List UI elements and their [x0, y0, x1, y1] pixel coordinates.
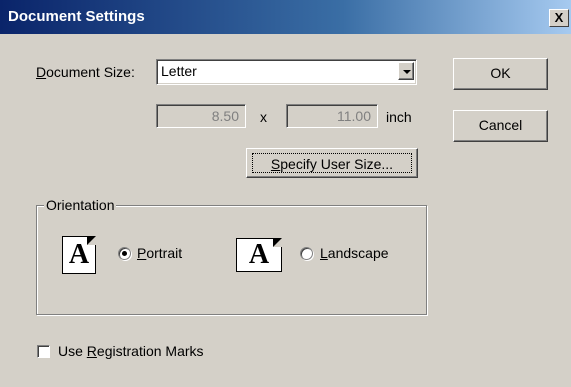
ok-label: OK: [490, 65, 511, 81]
cancel-label: Cancel: [478, 117, 523, 133]
ok-button[interactable]: OK: [453, 58, 548, 90]
page-fold-icon: [87, 236, 96, 245]
document-size-select[interactable]: Letter: [156, 59, 417, 85]
chevron-down-icon: [403, 70, 411, 74]
specify-user-size-label: Specify User Size...: [252, 153, 412, 173]
page-fold-icon: [273, 238, 282, 247]
close-button[interactable]: X: [549, 9, 569, 27]
portrait-radio[interactable]: [118, 247, 131, 260]
registration-marks-label[interactable]: Use Registration Marks: [58, 343, 204, 359]
document-size-value: Letter: [161, 63, 197, 79]
dropdown-arrow-button[interactable]: [398, 62, 414, 80]
landscape-icon-letter: A: [248, 239, 270, 270]
portrait-page-icon: A: [62, 236, 96, 274]
height-value: 11.00: [337, 108, 371, 124]
unit-label: inch: [386, 109, 412, 125]
width-value: 8.50: [211, 108, 239, 124]
title-bar: Document Settings X: [0, 0, 571, 34]
specify-user-size-button[interactable]: Specify User Size...: [246, 148, 418, 178]
times-sign: x: [260, 109, 267, 125]
landscape-label[interactable]: Landscape: [320, 245, 389, 261]
window-title: Document Settings: [8, 8, 145, 25]
cancel-button[interactable]: Cancel: [453, 110, 548, 142]
document-size-label: Document Size:: [36, 64, 135, 80]
width-field: 8.50: [156, 104, 246, 128]
radio-selected-dot: [122, 251, 127, 256]
orientation-group-label: Orientation: [44, 197, 117, 213]
height-field: 11.00: [286, 104, 378, 128]
close-icon: X: [554, 10, 564, 25]
portrait-label[interactable]: Portrait: [137, 245, 182, 261]
landscape-page-icon: A: [236, 238, 282, 272]
landscape-radio[interactable]: [300, 247, 313, 260]
registration-marks-checkbox[interactable]: [37, 345, 50, 358]
